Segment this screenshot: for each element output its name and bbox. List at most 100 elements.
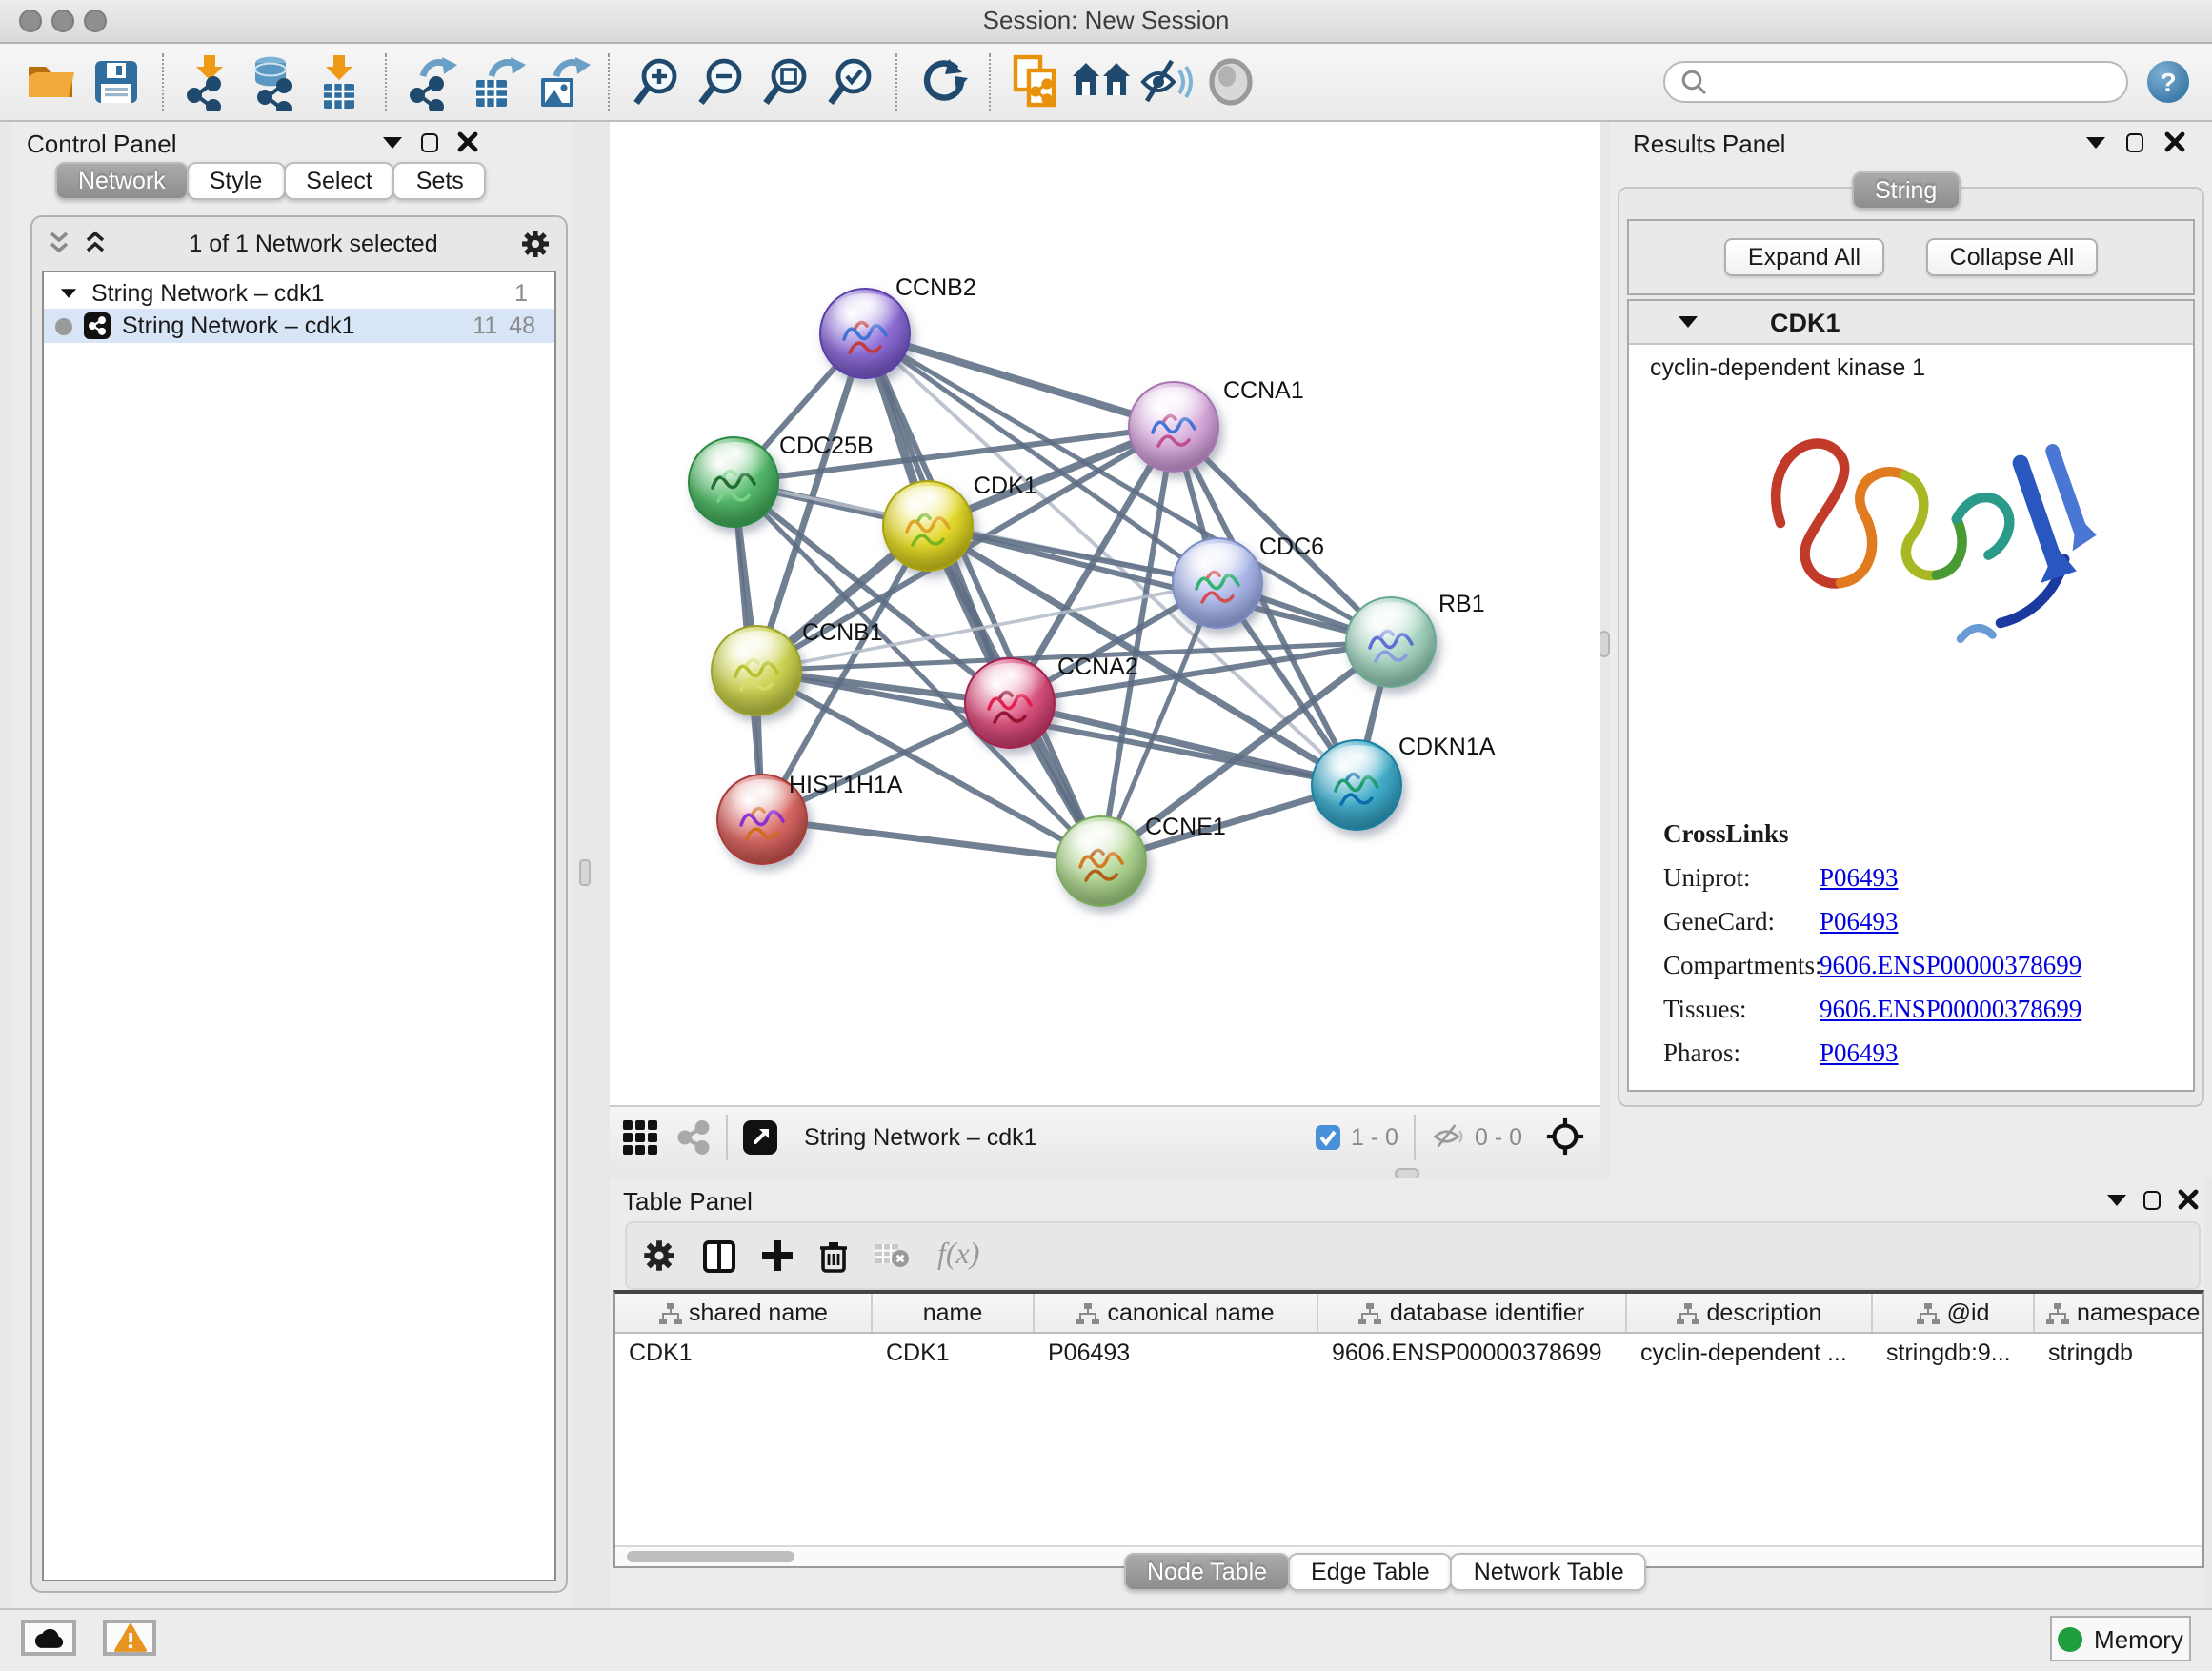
warning-button[interactable]: [103, 1620, 156, 1656]
help-icon[interactable]: ?: [2147, 61, 2189, 103]
add-icon[interactable]: [762, 1240, 793, 1271]
birdseye-view-icon[interactable]: [1545, 1117, 1585, 1157]
save-session-icon[interactable]: [84, 51, 149, 112]
import-network-file-icon[interactable]: [177, 51, 242, 112]
graph-node-CCNA1[interactable]: [1128, 381, 1219, 473]
search-input[interactable]: [1717, 67, 2111, 97]
tab-style[interactable]: Style: [187, 162, 286, 200]
expand-all-button[interactable]: Expand All: [1724, 238, 1884, 276]
graph-node-label: CDC25B: [779, 433, 874, 459]
column-header-database-identifier[interactable]: database identifier: [1318, 1294, 1627, 1332]
tab-sets[interactable]: Sets: [393, 162, 487, 200]
table-panel-collapse-icon[interactable]: [2107, 1194, 2126, 1205]
collapse-all-button[interactable]: Collapse All: [1926, 238, 2098, 276]
scrollbar-thumb[interactable]: [627, 1551, 794, 1562]
hide-selected-icon[interactable]: [1134, 51, 1198, 112]
tab-network-table[interactable]: Network Table: [1451, 1553, 1647, 1591]
import-table-file-icon[interactable]: [307, 51, 372, 112]
graph-node-RB1[interactable]: [1345, 596, 1437, 688]
left-divider-handle[interactable]: [579, 859, 591, 886]
import-network-database-icon[interactable]: [242, 51, 307, 112]
graph-node-CCNB2[interactable]: [819, 288, 911, 379]
column-header-name[interactable]: name: [873, 1294, 1035, 1332]
graph-node-CCNE1[interactable]: [1056, 815, 1147, 907]
crosslink-compartments[interactable]: 9606.ENSP00000378699: [1820, 951, 2081, 981]
hidden-eye-slash-icon[interactable]: [1431, 1122, 1465, 1151]
results-panel-close-icon[interactable]: [2164, 131, 2185, 152]
column-header-canonical-name[interactable]: canonical name: [1035, 1294, 1318, 1332]
tab-network[interactable]: Network: [55, 162, 189, 200]
refresh-icon[interactable]: [911, 51, 975, 112]
crosslink-pharos[interactable]: P06493: [1820, 1038, 1899, 1069]
cell-shared-name[interactable]: CDK1: [615, 1334, 873, 1376]
tab-node-table[interactable]: Node Table: [1124, 1553, 1290, 1591]
gear-icon[interactable]: [520, 228, 551, 258]
network-row-selected[interactable]: String Network – cdk1 11 48: [44, 309, 554, 343]
graph-node-CDK1[interactable]: [882, 480, 974, 572]
gene-card-header[interactable]: CDK1: [1629, 301, 2193, 345]
column-header-namespace[interactable]: namespace: [2035, 1294, 2204, 1332]
table-row[interactable]: CDK1 CDK1 P06493 9606.ENSP00000378699 cy…: [615, 1334, 2204, 1376]
graph-node-CDC25B[interactable]: [688, 436, 779, 528]
crosslink-label: GeneCard:: [1663, 907, 1820, 937]
gene-card-expander-icon[interactable]: [1679, 316, 1698, 328]
network-share-icon[interactable]: [676, 1119, 711, 1154]
network-collection-row[interactable]: String Network – cdk1 1: [44, 276, 554, 309]
export-image-icon[interactable]: [530, 51, 594, 112]
table-panel-float-icon[interactable]: [2143, 1190, 2161, 1209]
first-neighbors-icon[interactable]: [1069, 51, 1134, 112]
tab-edge-table[interactable]: Edge Table: [1288, 1553, 1453, 1591]
zoom-in-icon[interactable]: [623, 51, 688, 112]
graph-node-CCNB1[interactable]: [711, 625, 802, 716]
cell-namespace[interactable]: stringdb: [2035, 1334, 2204, 1376]
export-network-icon[interactable]: [400, 51, 465, 112]
columns-icon[interactable]: [703, 1239, 735, 1272]
network-canvas[interactable]: CCNB2CCNA1CDC25BCDK1CDC6RB1CCNB1CCNA2CDK…: [610, 122, 1600, 1105]
graph-node-CDKN1A[interactable]: [1311, 739, 1402, 831]
node-gloss-highlight: [1141, 387, 1210, 425]
grid-view-icon[interactable]: [621, 1117, 659, 1156]
search-box[interactable]: [1663, 61, 2128, 103]
column-header-shared-name[interactable]: shared name: [615, 1294, 873, 1332]
crosslink-tissues[interactable]: 9606.ENSP00000378699: [1820, 995, 2081, 1025]
results-panel-collapse-icon[interactable]: [2086, 136, 2105, 148]
cell-name[interactable]: CDK1: [873, 1334, 1035, 1376]
table-panel-close-icon[interactable]: [2178, 1189, 2199, 1210]
delete-icon[interactable]: [819, 1239, 848, 1272]
export-table-icon[interactable]: [465, 51, 530, 112]
open-file-icon[interactable]: [19, 51, 84, 112]
cell-description[interactable]: cyclin-dependent ...: [1627, 1334, 1873, 1376]
crosslink-uniprot[interactable]: P06493: [1820, 863, 1899, 894]
clear-table-icon[interactable]: [875, 1242, 911, 1269]
collection-expander-icon[interactable]: [61, 288, 76, 297]
cloud-button[interactable]: [21, 1620, 76, 1656]
gear-icon[interactable]: [642, 1238, 676, 1273]
control-panel-close-icon[interactable]: [457, 131, 478, 152]
show-all-icon[interactable]: [1198, 51, 1263, 112]
control-panel-collapse-icon[interactable]: [383, 136, 402, 148]
tab-select[interactable]: Select: [283, 162, 395, 200]
memory-button[interactable]: Memory: [2050, 1616, 2191, 1661]
graph-node-CCNA2[interactable]: [964, 657, 1056, 749]
column-header-id[interactable]: @id: [1873, 1294, 2035, 1332]
cell-id[interactable]: stringdb:9...: [1873, 1334, 2035, 1376]
collapse-all-icon[interactable]: [48, 231, 70, 255]
clone-network-icon[interactable]: [1004, 51, 1069, 112]
zoom-selected-icon[interactable]: [817, 51, 882, 112]
open-in-window-icon[interactable]: [743, 1119, 777, 1154]
network-edge-count: 48: [509, 312, 535, 339]
cell-canonical-name[interactable]: P06493: [1035, 1334, 1318, 1376]
column-header-description[interactable]: description: [1627, 1294, 1873, 1332]
cell-database-identifier[interactable]: 9606.ENSP00000378699: [1318, 1334, 1627, 1376]
tab-string[interactable]: String: [1852, 171, 1960, 210]
zoom-fit-icon[interactable]: [753, 51, 817, 112]
selected-checkbox-icon[interactable]: [1315, 1123, 1341, 1150]
results-panel-float-icon[interactable]: [2126, 132, 2143, 151]
graph-node-label: RB1: [1438, 591, 1485, 617]
control-panel-float-icon[interactable]: [421, 132, 438, 151]
zoom-out-icon[interactable]: [688, 51, 753, 112]
graph-node-CDC6[interactable]: [1172, 537, 1263, 629]
expand-all-icon[interactable]: [84, 231, 107, 255]
function-icon[interactable]: f(x): [937, 1238, 979, 1273]
crosslink-genecard[interactable]: P06493: [1820, 907, 1899, 937]
